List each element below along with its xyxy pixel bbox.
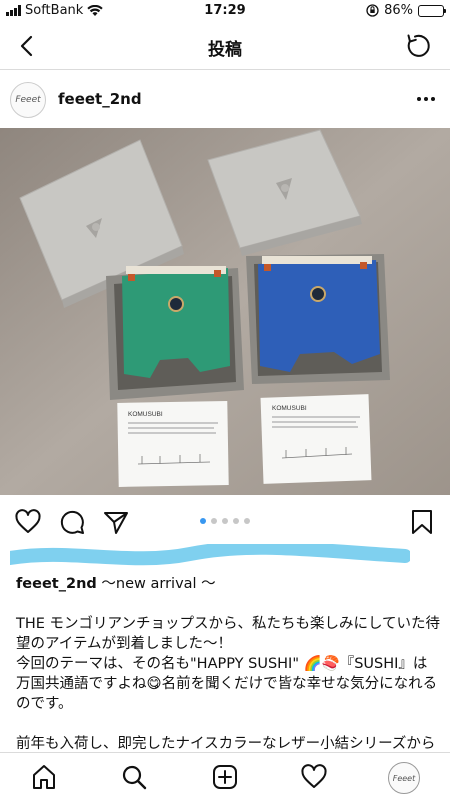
likes-redacted: ● ● ● ● — [3, 540, 412, 570]
battery-percent: 86% — [384, 3, 413, 18]
caption-headline-text: 〜new arrival 〜 — [96, 576, 216, 592]
status-bar: SoftBank 17:29 86% — [0, 0, 450, 22]
post-photo[interactable]: KOMUSUBI KOMUSUBI — [0, 128, 450, 495]
right-box — [246, 254, 390, 384]
page-dot — [244, 518, 250, 524]
right-info-card: KOMUSUBI — [260, 394, 372, 484]
post-header: Feeet feeet_2nd — [0, 72, 450, 128]
orientation-lock-icon — [366, 4, 379, 17]
profile-avatar-logo: Feeet — [392, 773, 416, 783]
home-icon[interactable] — [30, 763, 58, 791]
page-title: 投稿 — [208, 40, 242, 60]
svg-text:KOMUSUBI: KOMUSUBI — [128, 411, 163, 418]
activity-heart-icon[interactable] — [300, 763, 328, 791]
battery-icon — [418, 4, 446, 17]
caption: feeet_2nd 〜new arrival 〜 THE モンゴリアンチョップス… — [16, 574, 441, 774]
comment-icon[interactable] — [58, 508, 86, 536]
left-box — [106, 266, 244, 400]
heart-icon[interactable] — [14, 508, 42, 536]
new-post-icon[interactable] — [211, 763, 239, 791]
caption-line-1: THE モンゴリアンチョップスから、私たちも楽しみにしていた待望のアイテムが到着… — [16, 616, 441, 652]
search-icon[interactable] — [120, 763, 148, 791]
bottom-tab-bar: Feeet — [0, 752, 450, 800]
page-dot — [200, 518, 206, 524]
profile-avatar-tab[interactable]: Feeet — [388, 762, 420, 794]
caption-line-2: 今回のテーマは、その名も"HAPPY SUSHI" 🌈🍣『SUSHI』は万国共通… — [16, 656, 438, 712]
left-info-card: KOMUSUBI — [117, 401, 229, 487]
caption-body: THE モンゴリアンチョップスから、私たちも楽しみにしていた待望のアイテムが到着… — [16, 614, 441, 774]
page-dot — [211, 518, 217, 524]
avatar-logo: Feeet — [15, 95, 41, 105]
photo-illustration: KOMUSUBI KOMUSUBI — [0, 128, 450, 495]
bookmark-icon[interactable] — [408, 508, 436, 536]
post-actions — [0, 500, 450, 544]
avatar[interactable]: Feeet — [10, 82, 46, 118]
post-username[interactable]: feeet_2nd — [58, 90, 142, 108]
caption-username[interactable]: feeet_2nd — [16, 576, 97, 592]
nav-header: 投稿 — [0, 22, 450, 70]
page-dot — [233, 518, 239, 524]
caption-headline: feeet_2nd 〜new arrival 〜 — [16, 574, 441, 594]
svg-text:KOMUSUBI: KOMUSUBI — [272, 405, 307, 412]
image-page-indicator — [200, 518, 250, 524]
refresh-icon[interactable] — [404, 32, 432, 60]
page-dot — [222, 518, 228, 524]
more-options-icon[interactable] — [416, 92, 436, 106]
share-icon[interactable] — [102, 508, 130, 536]
